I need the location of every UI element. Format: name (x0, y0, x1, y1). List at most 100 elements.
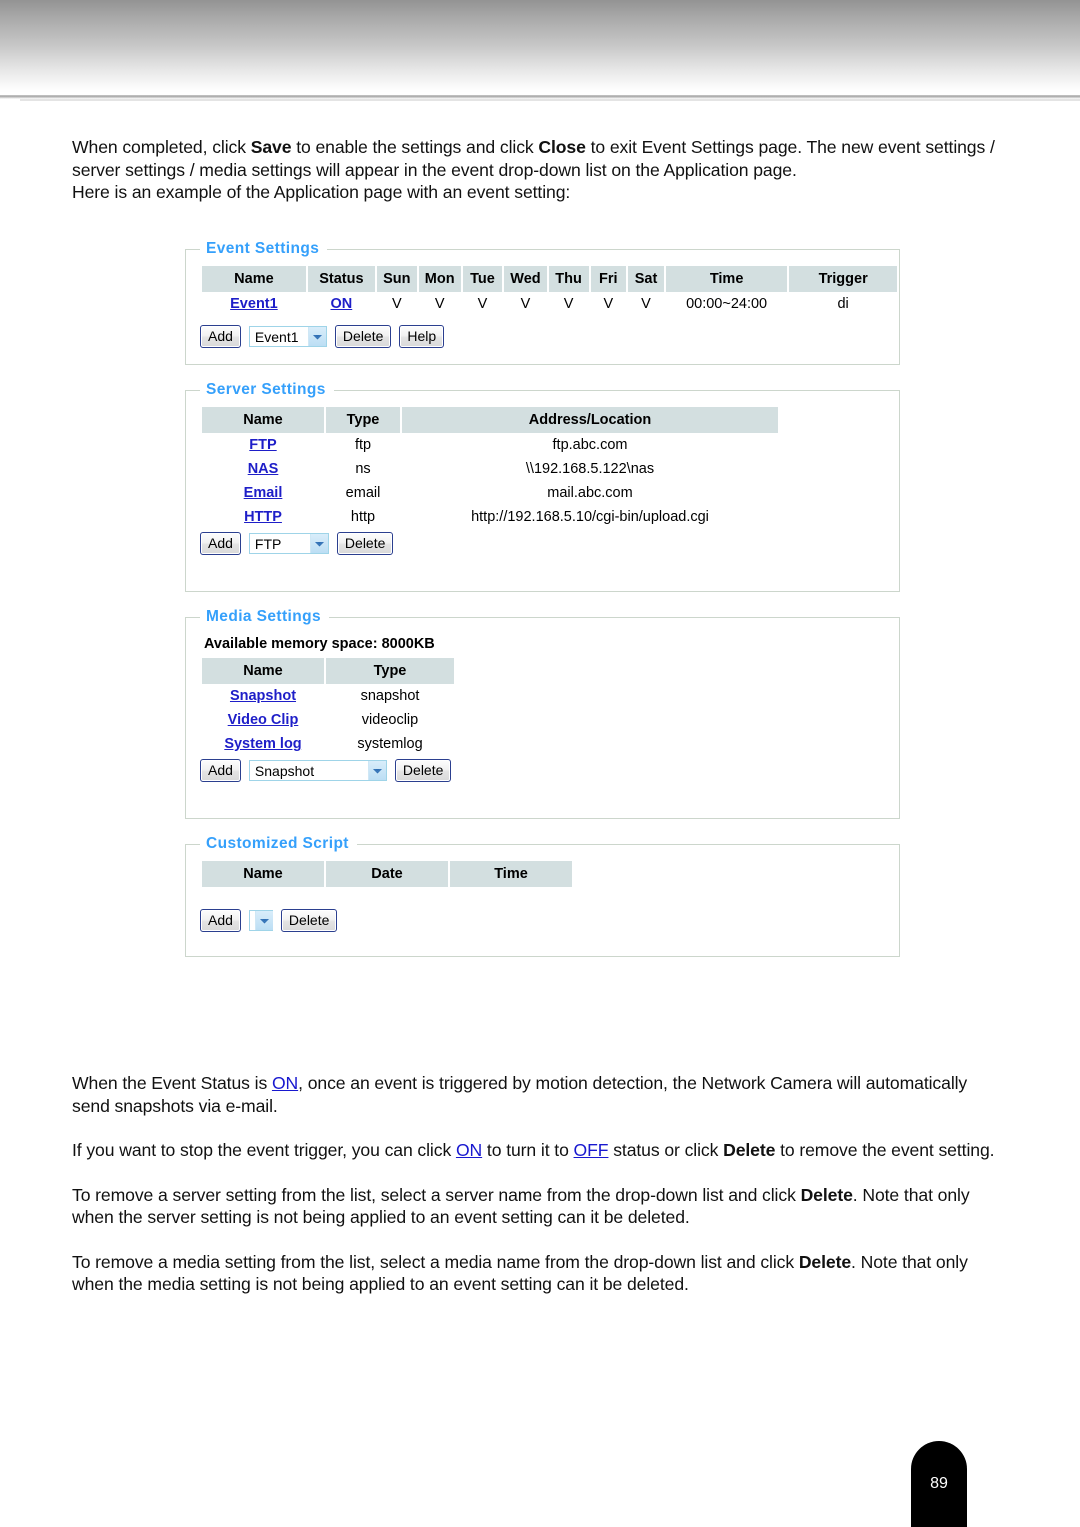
emphasis-text: Save (250, 137, 292, 157)
column-header-address: Address/Location (402, 407, 778, 433)
inline-link[interactable]: OFF (574, 1140, 609, 1160)
script-add-button[interactable]: Add (200, 909, 241, 932)
column-header-thu: Thu (548, 266, 589, 292)
page-header-banner (0, 0, 1080, 101)
column-header-mon: Mon (418, 266, 461, 292)
table-header-row: Name Type Address/Location (202, 407, 778, 433)
table-row: Email email mail.abc.com (202, 481, 778, 505)
customized-script-controls: Add Delete (200, 909, 899, 932)
paragraph-intro-1: When completed, click Save to enable the… (72, 136, 1008, 181)
panel-customized-script: Customized Script Name Date Time Add Del… (185, 835, 900, 957)
body-text: to turn it to (482, 1140, 574, 1160)
body-text: When completed, click (72, 137, 251, 157)
column-header-sat: Sat (628, 266, 664, 292)
header-rule-shadow (20, 99, 1080, 101)
server-add-button[interactable]: Add (200, 532, 241, 555)
panel-media-settings: Media Settings Available memory space: 8… (185, 608, 900, 819)
emphasis-text: Close (538, 137, 586, 157)
cell-server-type: ftp (326, 433, 400, 457)
table-row: NAS ns \\192.168.5.122\nas (202, 457, 778, 481)
cell-media-type: systemlog (326, 732, 454, 756)
paragraph-outro-1: When the Event Status is ON, once an eve… (72, 1072, 1008, 1117)
emphasis-text: Delete (800, 1184, 853, 1205)
column-header-name: Name (202, 407, 324, 433)
cell-event-wed: V (504, 292, 547, 316)
chevron-down-icon (367, 761, 386, 780)
cell-event-tue: V (462, 292, 503, 316)
cell-event-sat: V (628, 292, 664, 316)
column-header-date: Date (326, 861, 448, 887)
cell-server-type: ns (326, 457, 400, 481)
column-header-wed: Wed (504, 266, 547, 292)
media-select[interactable]: Snapshot (248, 760, 387, 781)
table-header-row: Name Status Sun Mon Tue Wed Thu Fri Sat … (202, 266, 897, 292)
paragraph-intro-2: Here is an example of the Application pa… (72, 181, 1008, 204)
cell-media-type: videoclip (326, 708, 454, 732)
media-name-link-snapshot[interactable]: Snapshot (230, 688, 296, 704)
legend-customized-script: Customized Script (206, 835, 349, 852)
event-select[interactable]: Event1 (248, 326, 327, 347)
event-add-button[interactable]: Add (200, 325, 241, 348)
server-name-link-nas[interactable]: NAS (248, 461, 279, 477)
column-header-fri: Fri (590, 266, 627, 292)
media-name-link-systemlog[interactable]: System log (224, 736, 301, 752)
panel-server-settings: Server Settings Name Type Address/Locati… (185, 381, 900, 592)
cell-event-fri: V (590, 292, 627, 316)
server-name-link-http[interactable]: HTTP (244, 509, 282, 525)
cell-server-address: mail.abc.com (402, 481, 778, 505)
application-page-screenshot: Event Settings Name Status Sun Mon Tue W… (185, 240, 900, 973)
table-row: FTP ftp ftp.abc.com (202, 433, 778, 457)
cell-server-name: HTTP (202, 505, 324, 529)
legend-media-settings: Media Settings (206, 608, 321, 625)
event-name-link[interactable]: Event1 (230, 296, 278, 312)
event-help-button[interactable]: Help (399, 325, 445, 348)
inline-link[interactable]: ON (456, 1140, 482, 1160)
script-select[interactable] (248, 910, 273, 931)
cell-server-address: ftp.abc.com (402, 433, 778, 457)
column-header-time: Time (450, 861, 572, 887)
media-add-button[interactable]: Add (200, 759, 241, 782)
intro-text-block: When completed, click Save to enable the… (72, 136, 1008, 204)
table-header-row: Name Date Time (202, 861, 572, 887)
cell-server-name: FTP (202, 433, 324, 457)
outro-text-block: When the Event Status is ON, once an eve… (72, 1072, 1008, 1296)
body-text: To remove a server setting from the list… (72, 1184, 801, 1205)
legend-server-settings: Server Settings (206, 381, 326, 398)
table-row: System log systemlog (202, 732, 454, 756)
media-delete-button[interactable]: Delete (394, 759, 452, 782)
column-header-type: Type (326, 407, 400, 433)
paragraph-outro-2: If you want to stop the event trigger, y… (72, 1139, 1008, 1162)
body-text: status or click (608, 1140, 724, 1160)
cell-media-type: snapshot (326, 684, 454, 708)
cell-event-thu: V (548, 292, 589, 316)
media-settings-table: Name Type Snapshot snapshot Video Clip v… (200, 658, 456, 756)
media-select-value: Snapshot (254, 762, 315, 779)
chevron-down-icon (254, 911, 273, 930)
event-status-link[interactable]: ON (330, 296, 352, 312)
media-name-link-videoclip[interactable]: Video Clip (228, 712, 299, 728)
event-settings-controls: Add Event1 Delete Help (200, 325, 899, 348)
column-header-type: Type (326, 658, 454, 684)
cell-server-name: Email (202, 481, 324, 505)
column-header-trigger: Trigger (789, 266, 897, 292)
script-delete-button[interactable]: Delete (280, 909, 338, 932)
inline-link[interactable]: ON (272, 1073, 298, 1093)
event-select-value: Event1 (254, 328, 299, 345)
cell-event-sun: V (376, 292, 417, 316)
table-row: Video Clip videoclip (202, 708, 454, 732)
legend-event-settings: Event Settings (206, 240, 320, 257)
table-row: Event1 ON V V V V V V V 00:00~24:00 di (202, 292, 897, 316)
chevron-down-icon (307, 327, 326, 346)
server-name-link-email[interactable]: Email (244, 485, 283, 501)
column-header-tue: Tue (462, 266, 503, 292)
body-text: to enable the settings and click (291, 137, 539, 157)
server-name-link-ftp[interactable]: FTP (249, 437, 276, 453)
event-delete-button[interactable]: Delete (334, 325, 392, 348)
server-delete-button[interactable]: Delete (336, 532, 394, 555)
server-select[interactable]: FTP (248, 533, 329, 554)
body-text: When the Event Status is (72, 1073, 272, 1093)
column-header-name: Name (202, 658, 324, 684)
cell-server-type: http (326, 505, 400, 529)
panel-event-settings: Event Settings Name Status Sun Mon Tue W… (185, 240, 900, 365)
chevron-down-icon (309, 534, 328, 553)
